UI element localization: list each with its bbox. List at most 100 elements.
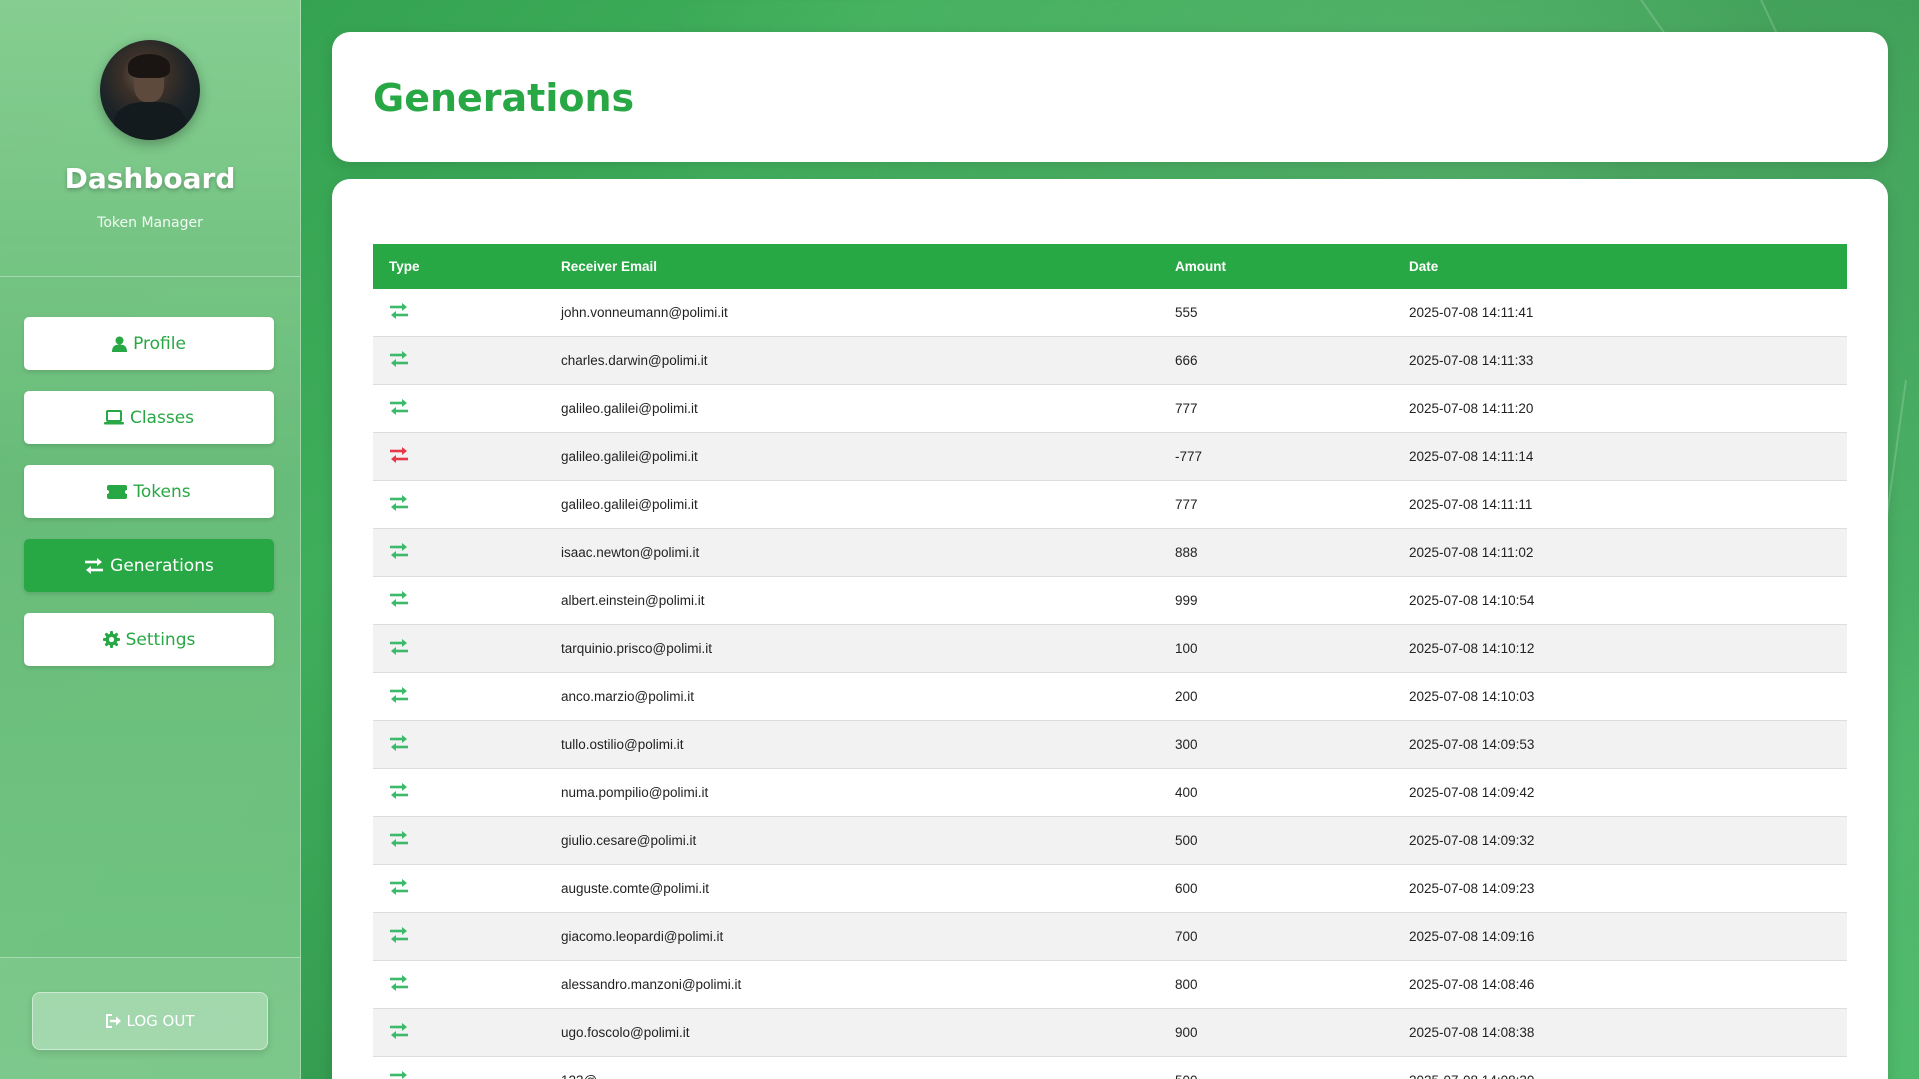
cell-type [373,384,545,433]
table-row: numa.pompilio@polimi.it 400 2025-07-08 14:… [373,768,1847,817]
cell-date: 2025-07-08 14:10:54 [1393,576,1847,625]
exchange-in-icon [389,1070,409,1079]
table-row: galileo.galilei@polimi.it -777 2025-07-08 … [373,432,1847,481]
cell-date: 2025-07-08 14:09:16 [1393,912,1847,961]
cell-receiver-email: 123@... [545,1056,1159,1079]
cell-date: 2025-07-08 14:10:03 [1393,672,1847,721]
cell-receiver-email: charles.darwin@polimi.it [545,336,1159,385]
cell-type [373,1056,545,1079]
cell-amount: 555 [1159,289,1393,337]
sidebar-item-generations[interactable]: Generations [24,539,274,592]
exchange-in-icon [389,926,409,944]
cell-amount: 800 [1159,960,1393,1009]
table-row: charles.darwin@polimi.it 666 2025-07-08 14… [373,336,1847,385]
exchange-in-icon [389,1022,409,1040]
table-row: alessandro.manzoni@polimi.it 800 2025-07-0… [373,960,1847,1009]
cell-receiver-email: alessandro.manzoni@polimi.it [545,960,1159,1009]
sign-out-icon [105,1014,122,1028]
sidebar-item-label: Settings [125,629,196,650]
cell-amount: 200 [1159,672,1393,721]
table-row: tarquinio.prisco@polimi.it 100 2025-07-08 … [373,624,1847,673]
cell-receiver-email: giacomo.leopardi@polimi.it [545,912,1159,961]
cell-amount: 700 [1159,912,1393,961]
table-row: giulio.cesare@polimi.it 500 2025-07-08 14:… [373,816,1847,865]
generations-table: Type Receiver Email Amount Date john.von… [373,244,1847,1079]
exchange-in-icon [389,734,409,752]
exchange-in-icon [389,638,409,656]
cell-amount: 300 [1159,720,1393,769]
sidebar-nav: Profile Classes Tokens Generations Setti… [24,317,274,687]
table-row: 123@...5002025-07-08 14:08:30 [373,1056,1847,1079]
exchange-in-icon [389,494,409,512]
cell-type [373,336,545,385]
cell-date: 2025-07-08 14:11:20 [1393,384,1847,433]
exchange-in-icon [389,878,409,896]
exchange-in-icon [389,398,409,416]
table-body: john.vonneumann@polimi.it 555 2025-07-08 1… [373,289,1847,1079]
page-header: Generations [332,32,1888,162]
cell-receiver-email: isaac.newton@polimi.it [545,528,1159,577]
cell-amount: 500 [1159,816,1393,865]
cell-type [373,1008,545,1057]
sidebar-item-profile[interactable]: Profile [24,317,274,370]
table-header-row: Type Receiver Email Amount Date [373,244,1847,289]
cell-amount: 999 [1159,576,1393,625]
cell-amount: 900 [1159,1008,1393,1057]
table-row: giacomo.leopardi@polimi.it 700 2025-07-08 … [373,912,1847,961]
gear-icon [102,631,120,648]
sidebar-item-settings[interactable]: Settings [24,613,274,666]
sidebar-item-classes[interactable]: Classes [24,391,274,444]
column-header-amount[interactable]: Amount [1159,244,1393,289]
cell-type [373,864,545,913]
exchange-in-icon [389,974,409,992]
sidebar-footer: LOG OUT [0,957,300,1079]
cell-receiver-email: galileo.galilei@polimi.it [545,384,1159,433]
cell-type [373,912,545,961]
cell-amount: 100 [1159,624,1393,673]
sidebar-item-tokens[interactable]: Tokens [24,465,274,518]
sidebar-header: Dashboard Token Manager [0,0,300,277]
table-row: isaac.newton@polimi.it 888 2025-07-08 14:1… [373,528,1847,577]
sidebar-item-label: Generations [110,555,214,576]
cell-type [373,672,545,721]
cell-type [373,624,545,673]
column-header-date[interactable]: Date [1393,244,1847,289]
ticket-icon [107,484,128,499]
cell-type [373,528,545,577]
sidebar-item-label: Tokens [133,481,191,502]
table-row: albert.einstein@polimi.it 999 2025-07-08 1… [373,576,1847,625]
laptop-icon [103,410,124,425]
cell-date: 2025-07-08 14:11:41 [1393,289,1847,337]
sidebar-item-label: Profile [133,333,186,354]
cell-receiver-email: tarquinio.prisco@polimi.it [545,624,1159,673]
cell-receiver-email: albert.einstein@polimi.it [545,576,1159,625]
cell-date: 2025-07-08 14:08:46 [1393,960,1847,1009]
cell-type [373,576,545,625]
cell-amount: 777 [1159,384,1393,433]
cell-type [373,816,545,865]
cell-amount: 888 [1159,528,1393,577]
table-row: auguste.comte@polimi.it 600 2025-07-08 14:… [373,864,1847,913]
cell-type [373,480,545,529]
cell-date: 2025-07-08 14:11:02 [1393,528,1847,577]
cell-date: 2025-07-08 14:09:42 [1393,768,1847,817]
cell-date: 2025-07-08 14:11:33 [1393,336,1847,385]
exchange-in-icon [389,590,409,608]
cell-receiver-email: giulio.cesare@polimi.it [545,816,1159,865]
cell-date: 2025-07-08 14:11:14 [1393,432,1847,481]
cell-amount: 600 [1159,864,1393,913]
table-row: galileo.galilei@polimi.it 777 2025-07-08 1… [373,480,1847,529]
cell-receiver-email: john.vonneumann@polimi.it [545,289,1159,337]
logout-button[interactable]: LOG OUT [32,992,268,1050]
table-row: ugo.foscolo@polimi.it 900 2025-07-08 14:08… [373,1008,1847,1057]
cell-receiver-email: auguste.comte@polimi.it [545,864,1159,913]
exchange-in-icon [389,686,409,704]
cell-amount: 666 [1159,336,1393,385]
cell-type [373,960,545,1009]
exchange-in-icon [389,782,409,800]
column-header-type[interactable]: Type [373,244,545,289]
exchange-in-icon [389,542,409,560]
sidebar-title: Dashboard [64,162,236,195]
column-header-receiver-email[interactable]: Receiver Email [545,244,1159,289]
logout-label: LOG OUT [126,1012,195,1030]
